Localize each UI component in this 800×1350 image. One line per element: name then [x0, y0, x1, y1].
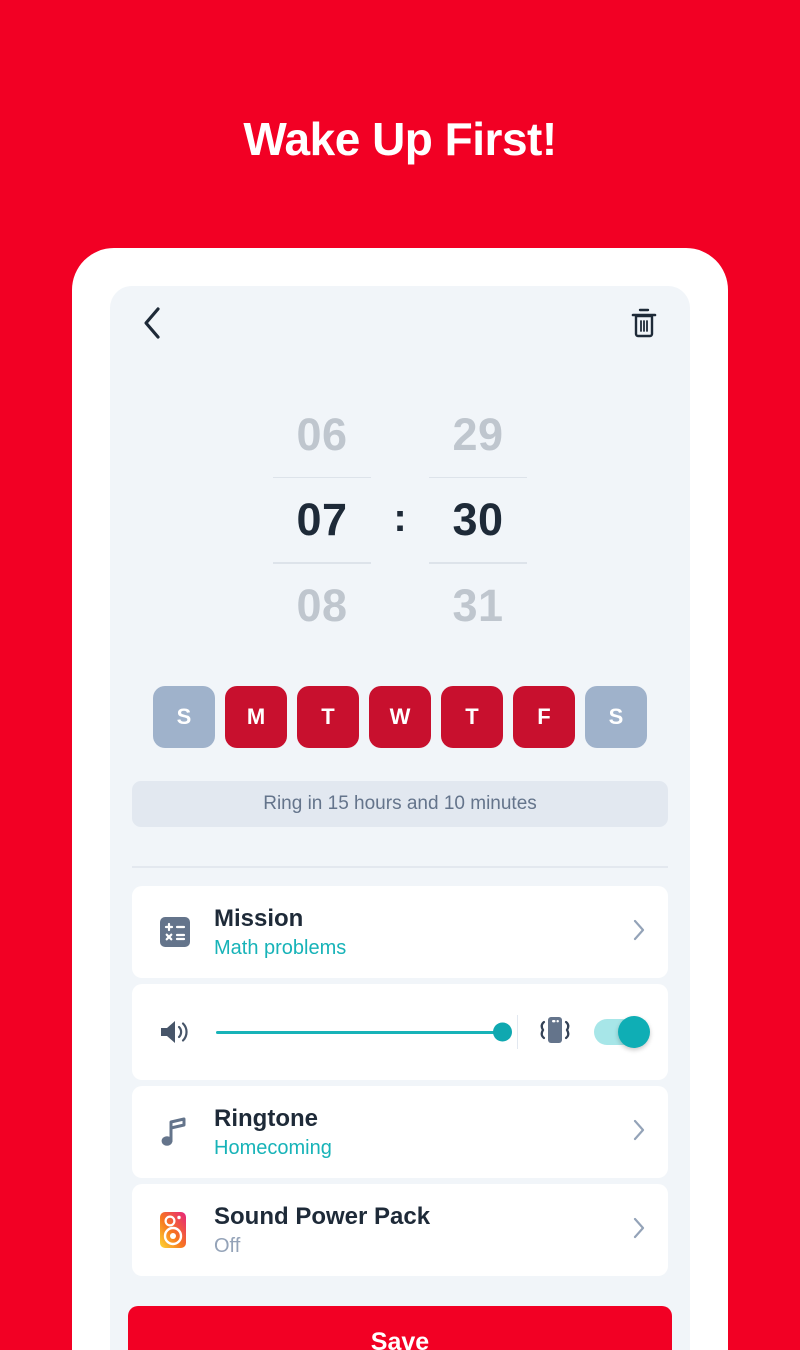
weekday-label: M [246, 704, 266, 729]
weekday-wednesday[interactable]: W [369, 686, 431, 748]
weekday-sunday[interactable]: S [153, 686, 215, 748]
chevron-left-icon [141, 306, 163, 345]
ringtone-chevron[interactable] [622, 1118, 646, 1147]
mission-chevron[interactable] [622, 918, 646, 947]
minute-selected[interactable]: 30 [422, 478, 534, 562]
save-button-label: Save [370, 1327, 430, 1350]
weekday-thursday[interactable]: T [441, 686, 503, 748]
volume-slider-thumb[interactable] [492, 1022, 512, 1042]
save-button[interactable]: Save [128, 1306, 672, 1350]
delete-alarm-button[interactable] [624, 305, 664, 345]
ringtone-card[interactable]: Ringtone Homecoming [132, 1086, 668, 1178]
chevron-right-icon [632, 1216, 646, 1245]
sound-power-pack-card[interactable]: Sound Power Pack Off [132, 1184, 668, 1276]
ring-countdown-text: Ring in 15 hours and 10 minutes [263, 793, 537, 814]
weekday-selector: S M T W T F S [110, 686, 690, 748]
weekday-label: T [321, 704, 335, 729]
ringtone-subtitle: Homecoming [214, 1136, 332, 1159]
chevron-right-icon [632, 918, 646, 947]
phone-frame: 06 07 08 : 29 30 31 S M T W T F S Ring i… [72, 248, 728, 1350]
music-note-icon [158, 1115, 202, 1149]
volume-slider-track[interactable] [216, 1022, 512, 1042]
hour-previous[interactable]: 06 [266, 393, 378, 477]
time-separator: : [393, 495, 407, 540]
sound-power-pack-text: Sound Power Pack Off [214, 1202, 622, 1259]
mission-card[interactable]: Mission Math problems [132, 886, 668, 978]
minute-column[interactable]: 29 30 31 [422, 393, 534, 648]
ring-countdown-banner: Ring in 15 hours and 10 minutes [132, 781, 668, 827]
volume-card[interactable] [132, 984, 668, 1080]
ringtone-title: Ringtone [214, 1104, 318, 1132]
vibration-toggle-knob[interactable] [618, 1016, 650, 1048]
sound-power-pack-chevron[interactable] [622, 1216, 646, 1245]
hour-selected[interactable]: 07 [266, 478, 378, 562]
calculator-icon [158, 915, 202, 949]
mission-title: Mission [214, 904, 304, 932]
sound-power-pack-title: Sound Power Pack [214, 1202, 431, 1230]
weekday-label: S [608, 704, 624, 729]
weekday-label: F [537, 704, 551, 729]
phone-screen: 06 07 08 : 29 30 31 S M T W T F S Ring i… [110, 286, 690, 1350]
vibration-toggle[interactable] [594, 1016, 650, 1048]
app-topbar [110, 286, 690, 364]
back-button[interactable] [132, 305, 172, 345]
weekday-label: S [176, 704, 192, 729]
sound-power-pack-subtitle: Off [214, 1234, 241, 1257]
minute-previous[interactable]: 29 [422, 393, 534, 477]
promo-headline: Wake Up First! [243, 113, 557, 165]
hour-column[interactable]: 06 07 08 [266, 393, 378, 648]
speaker-gradient-icon [158, 1211, 202, 1249]
chevron-right-icon [632, 1118, 646, 1147]
mission-subtitle: Math problems [214, 936, 347, 959]
weekday-saturday[interactable]: S [585, 686, 647, 748]
settings-card-list: Mission Math problems Ringtone Homecomin… [132, 886, 668, 1282]
trash-icon [630, 307, 658, 344]
weekday-label: W [389, 704, 411, 729]
mission-text: Mission Math problems [214, 904, 622, 961]
volume-up-icon [158, 1017, 202, 1047]
weekday-tuesday[interactable]: T [297, 686, 359, 748]
section-divider [132, 866, 668, 868]
ringtone-text: Ringtone Homecoming [214, 1104, 622, 1161]
time-picker[interactable]: 06 07 08 : 29 30 31 [110, 364, 690, 676]
weekday-label: T [465, 704, 479, 729]
weekday-monday[interactable]: M [225, 686, 287, 748]
volume-slider[interactable] [216, 1022, 512, 1042]
volume-vibration-separator [516, 1015, 518, 1049]
hour-next[interactable]: 08 [266, 564, 378, 648]
weekday-friday[interactable]: F [513, 686, 575, 748]
vibration-icon [534, 1013, 576, 1052]
minute-next[interactable]: 31 [422, 564, 534, 648]
